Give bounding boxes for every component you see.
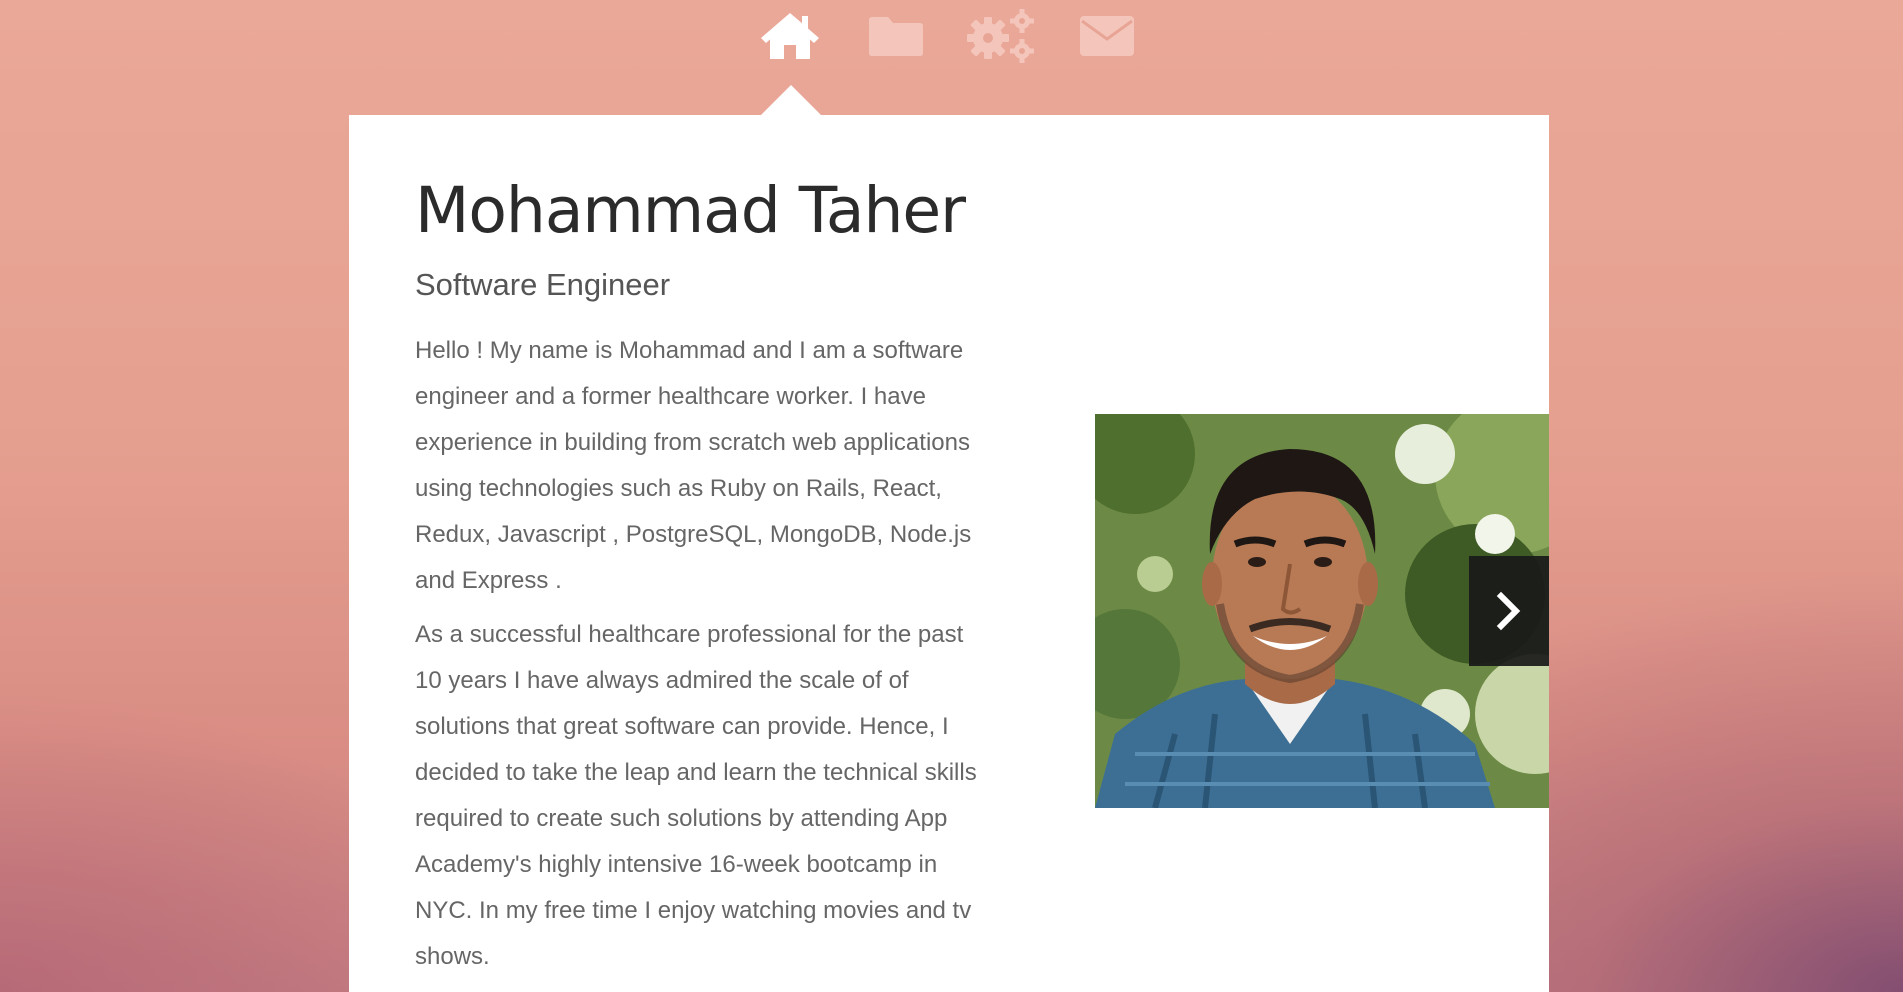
nav-home-link[interactable]	[758, 8, 822, 64]
folder-icon	[869, 17, 923, 56]
bio-paragraph-2: As a successful healthcare professional …	[415, 621, 977, 970]
chevron-right-icon	[1496, 591, 1521, 631]
top-nav	[0, 0, 1903, 80]
nav-contact-link[interactable]	[1078, 8, 1136, 64]
profile-photo-carousel	[1095, 414, 1549, 808]
carousel-next-button[interactable]	[1469, 556, 1549, 666]
nav-portfolio-link[interactable]	[868, 8, 924, 64]
nav-skills-link[interactable]	[964, 8, 1036, 64]
active-nav-pointer	[761, 85, 821, 115]
mail-icon	[1080, 16, 1134, 56]
home-icon	[761, 13, 819, 59]
profile-card: Mohammad Taher Software Engineer Hello !…	[349, 115, 1549, 992]
profile-name: Mohammad Taher	[415, 174, 966, 247]
profile-title: Software Engineer	[415, 267, 671, 302]
gears-icon	[967, 9, 1034, 63]
bio-paragraph-1: Hello ! My name is Mohammad and I am a s…	[415, 337, 972, 594]
